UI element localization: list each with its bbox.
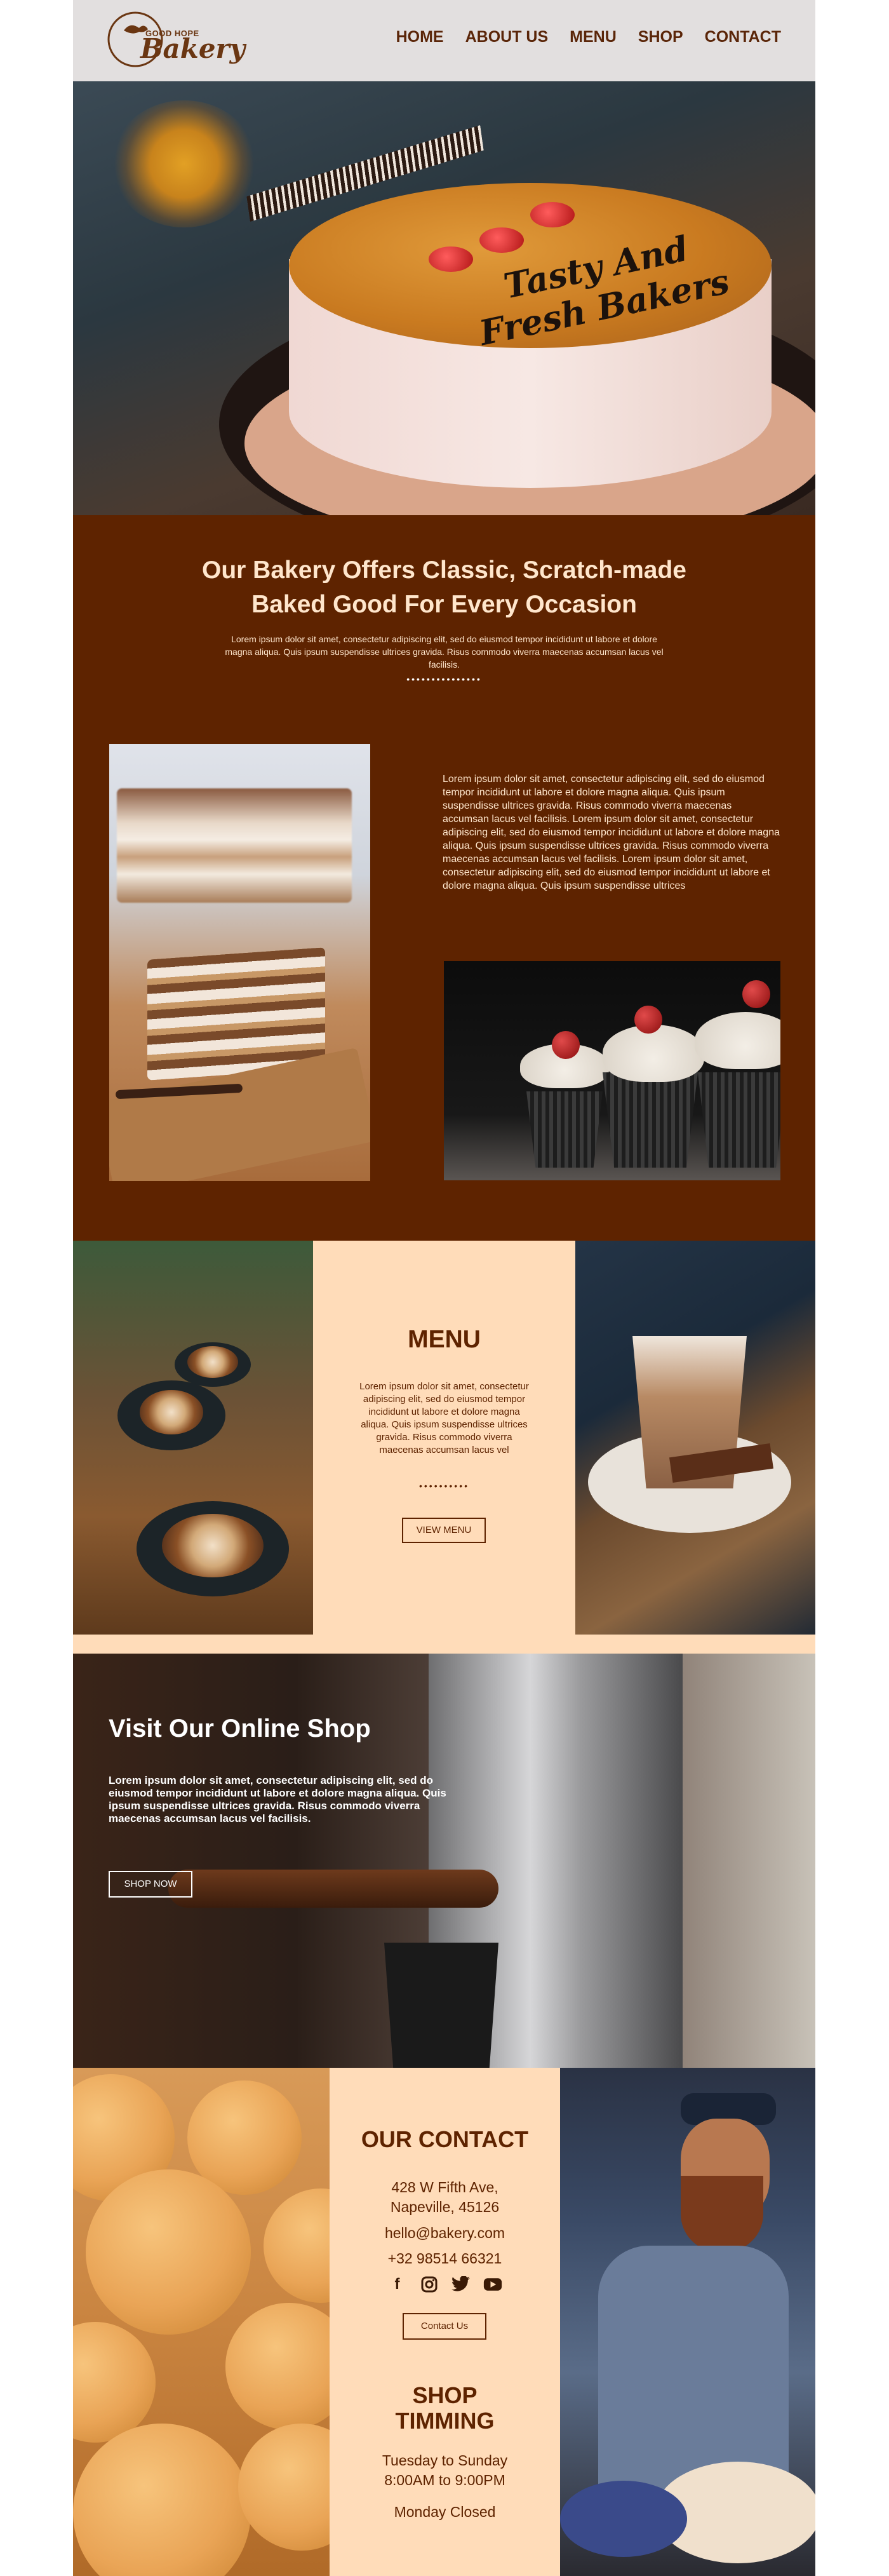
intro-title-line: Our Bakery Offers Classic, Scratch-made	[201, 556, 686, 584]
intro-dots-divider: •••••••••••••••	[406, 674, 482, 684]
instagram-icon[interactable]	[420, 2275, 439, 2294]
nav-menu[interactable]: MENU	[570, 28, 617, 46]
hero-strawberry	[530, 202, 575, 227]
page: GOOD HOPE Bakery HOME ABOUT US MENU SHOP…	[73, 0, 815, 2576]
menu-panel: MENU Lorem ipsum dolor sit amet, consect…	[313, 1241, 575, 1635]
cupcakes-image	[444, 961, 780, 1180]
shop-timing-title-line: SHOP	[412, 2382, 478, 2408]
nav-home[interactable]: HOME	[396, 28, 444, 46]
site-header: GOOD HOPE Bakery HOME ABOUT US MENU SHOP…	[73, 0, 815, 81]
contact-us-button[interactable]: Contact Us	[403, 2313, 486, 2340]
menu-section: MENU Lorem ipsum dolor sit amet, consect…	[73, 1241, 815, 1654]
view-menu-button[interactable]: VIEW MENU	[402, 1518, 486, 1543]
intro-section: Our Bakery Offers Classic, Scratch-made …	[73, 515, 815, 1241]
youtube-icon[interactable]	[483, 2275, 502, 2294]
hero-strawberry	[429, 246, 473, 272]
layer-cake-image	[109, 744, 370, 1181]
nav-contact[interactable]: CONTACT	[705, 28, 781, 46]
nav-about-us[interactable]: ABOUT US	[465, 28, 549, 46]
menu-dots-divider: ••••••••••	[418, 1481, 469, 1491]
contact-address-line1: 428 W Fifth Ave,	[391, 2179, 498, 2195]
menu-title: MENU	[408, 1326, 481, 1353]
intro-title-line: Baked Good For Every Occasion	[251, 591, 637, 618]
twitter-icon[interactable]	[451, 2275, 471, 2294]
shop-section: Visit Our Online Shop Lorem ipsum dolor …	[73, 1654, 815, 2068]
shop-closed-day: Monday Closed	[394, 2504, 496, 2520]
intro-title: Our Bakery Offers Classic, Scratch-made …	[73, 553, 815, 622]
shop-hours: 8:00AM to 9:00PM	[384, 2472, 505, 2488]
contact-email[interactable]: hello@bakery.com	[330, 2223, 560, 2242]
contact-address-line2: Napeville, 45126	[390, 2199, 500, 2215]
shop-days: Tuesday to Sunday	[382, 2452, 508, 2469]
contact-panel: OUR CONTACT 428 W Fifth Ave, Napeville, …	[330, 2068, 560, 2576]
logo[interactable]: GOOD HOPE Bakery	[105, 8, 245, 74]
coffee-cup-image	[384, 1943, 498, 2068]
menu-text: Lorem ipsum dolor sit amet, consectetur …	[359, 1381, 529, 1455]
main-nav: HOME ABOUT US MENU SHOP CONTACT	[396, 28, 781, 46]
shop-text: Lorem ipsum dolor sit amet, consectetur …	[109, 1774, 446, 1824]
nav-shop[interactable]: SHOP	[638, 28, 683, 46]
hero-flower-decoration	[111, 100, 257, 227]
shop-timing-title: SHOP TIMMING	[330, 2383, 560, 2434]
hero-strawberry	[479, 227, 524, 253]
shop-title: Visit Our Online Shop	[109, 1715, 371, 1743]
portafilter-image	[168, 1870, 498, 1908]
cookies-image	[73, 2068, 330, 2576]
logo-main-text: Bakery	[140, 33, 246, 64]
contact-phone[interactable]: +32 98514 66321	[330, 2249, 560, 2268]
intro-text: Lorem ipsum dolor sit amet, consectetur …	[225, 634, 664, 670]
baker-image	[560, 2068, 815, 2576]
coffee-cups-image	[73, 1241, 313, 1635]
hero-banner: Tasty And Fresh Bakers	[73, 81, 815, 515]
intro-paragraph: Lorem ipsum dolor sit amet, consectetur …	[443, 774, 780, 891]
shop-now-button[interactable]: SHOP NOW	[109, 1871, 192, 1898]
shop-timing-title-line: TIMMING	[395, 2408, 495, 2434]
contact-section: OUR CONTACT 428 W Fifth Ave, Napeville, …	[73, 2068, 815, 2576]
dessert-drink-image	[575, 1241, 815, 1635]
facebook-icon[interactable]: f	[388, 2275, 407, 2294]
social-icons: f	[330, 2275, 560, 2294]
contact-title: OUR CONTACT	[361, 2126, 529, 2152]
